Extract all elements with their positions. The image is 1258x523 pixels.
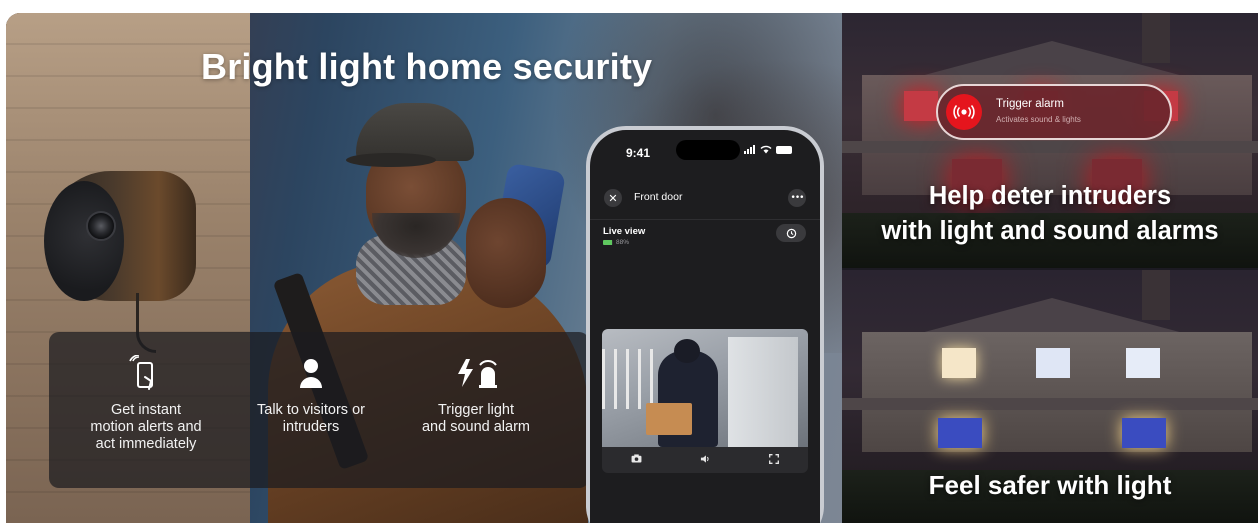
phone-motion-icon [61, 354, 231, 392]
wifi-icon [760, 145, 772, 154]
feature-talk: Talk to visitors or intruders [226, 332, 396, 488]
feature-label: Talk to visitors or intruders [257, 402, 365, 435]
courier-head [674, 339, 700, 363]
feature-panel: Get instant motion alerts and act immedi… [49, 332, 589, 488]
camera-icon[interactable] [631, 454, 642, 466]
red-lit-window [904, 91, 938, 121]
status-bar: 9:41 [590, 130, 820, 170]
porch-railing [602, 349, 662, 409]
person-icon [226, 354, 396, 392]
more-button[interactable]: ••• [788, 189, 806, 207]
trigger-alarm-button[interactable]: Trigger alarm Activates sound & lights [936, 84, 1172, 140]
house-porch [842, 398, 1258, 410]
dynamic-island [676, 140, 740, 160]
phone-mockup: 9:41 ✕ Front door ••• Live view 88% [586, 126, 824, 523]
feature-label: Get instant motion alerts and act immedi… [90, 402, 202, 452]
app-header: ✕ Front door ••• [590, 178, 820, 220]
history-button[interactable] [776, 224, 806, 242]
alarm-subtitle: Activates sound & lights [996, 115, 1081, 124]
close-icon: ✕ [608, 191, 618, 205]
battery-fill [603, 240, 612, 245]
fullscreen-icon[interactable] [769, 453, 779, 467]
lit-window [938, 418, 982, 448]
hero-title: Bright light home security [201, 46, 653, 87]
camera-lens [86, 211, 116, 241]
signal-icon [744, 145, 756, 154]
lit-window [1122, 418, 1166, 448]
front-door [728, 337, 798, 447]
man-hand [466, 198, 546, 308]
camera-face [44, 181, 124, 301]
video-controls [602, 447, 808, 473]
light-siren-icon [391, 354, 561, 392]
parcel-box [646, 403, 692, 435]
history-icon [786, 228, 796, 238]
lit-window [1036, 348, 1070, 378]
phone-screen: 9:41 ✕ Front door ••• Live view 88% [590, 130, 820, 523]
status-time: 9:41 [626, 146, 651, 160]
cap-brim [346, 153, 436, 167]
lit-window [942, 348, 976, 378]
live-view-label: Live view [603, 226, 646, 237]
alarm-icon [946, 94, 982, 130]
camera-name: Front door [634, 191, 683, 203]
house-porch [842, 141, 1258, 153]
more-icon: ••• [790, 193, 805, 203]
feature-motion-alerts: Get instant motion alerts and act immedi… [61, 332, 231, 488]
feature-alarm: Trigger light and sound alarm [391, 332, 561, 488]
alarm-caption: Help deter intruders with light and soun… [881, 182, 1219, 245]
speaker-icon[interactable] [700, 454, 711, 467]
man-cap [356, 103, 474, 161]
status-icons [744, 145, 792, 154]
camera-battery: 88% [603, 239, 629, 246]
battery-bar [603, 240, 613, 245]
lit-window [1126, 348, 1160, 378]
battery-status-icon [776, 145, 792, 154]
light-caption: Feel safer with light [928, 470, 1172, 500]
live-video-feed[interactable] [602, 329, 808, 447]
close-button[interactable]: ✕ [604, 189, 622, 207]
battery-percent: 88% [616, 239, 630, 246]
feature-label: Trigger light and sound alarm [421, 402, 530, 435]
alarm-title: Trigger alarm [996, 98, 1064, 110]
